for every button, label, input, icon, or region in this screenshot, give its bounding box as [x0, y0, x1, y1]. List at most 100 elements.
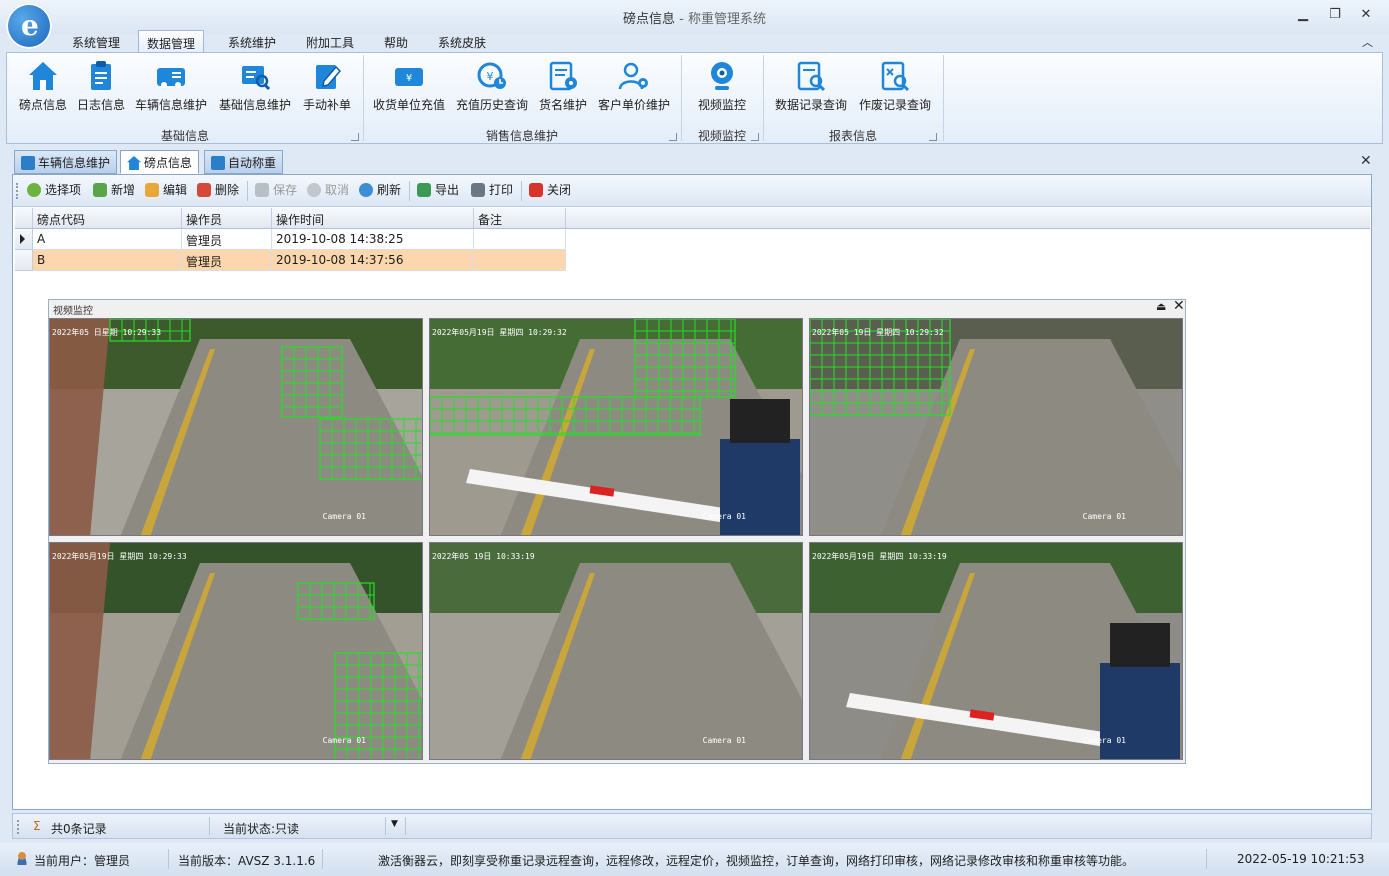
video-monitor-button[interactable]: 视频监控	[689, 57, 755, 121]
tab-data-management[interactable]: 数据管理	[138, 30, 205, 52]
tab-system-skin[interactable]: 系统皮肤	[430, 30, 494, 52]
camera-view[interactable]: 2022年05 19日 星期四 10:29:32 Camera 01	[809, 318, 1183, 536]
tab-auto-weighing[interactable]: 自动称重	[204, 150, 284, 174]
cell-operator[interactable]: 管理员	[182, 229, 272, 250]
cell-operator[interactable]: 管理员	[182, 250, 272, 271]
minimize-button[interactable]: ▁	[1292, 6, 1314, 24]
scale-point-info-button[interactable]: 磅点信息	[13, 57, 73, 121]
current-datetime: 2022-05-19 10:21:53	[1237, 852, 1365, 866]
camera-view[interactable]: 2022年05 日星期 10:29:33 Camera 01	[49, 318, 423, 536]
cell-remark[interactable]	[474, 250, 566, 271]
truck-icon	[21, 156, 35, 170]
toolbar-grip[interactable]	[16, 183, 18, 199]
camera-view[interactable]: 2022年05月19日 星期四 10:29:32 Camera 01	[429, 318, 803, 536]
chevron-down-icon[interactable]: ▼	[391, 819, 398, 829]
basic-info-maintenance-button[interactable]: 基础信息维护	[213, 57, 297, 121]
webcam-icon	[711, 62, 733, 90]
column-header-operator[interactable]: 操作员	[182, 208, 272, 229]
close-window-button[interactable]: ✕	[1355, 6, 1377, 24]
column-header-remark[interactable]: 备注	[474, 208, 566, 229]
table-row[interactable]: A 管理员 2019-10-08 14:38:25	[15, 229, 566, 250]
camera-name: Camera 01	[702, 736, 746, 745]
column-header-scale-code[interactable]: 磅点代码	[33, 208, 182, 229]
export-button[interactable]: 导出	[417, 181, 459, 201]
video-monitor-panel: 视频监控 ⏏ ✕ 2022年05 日星期 10:29:33 Camera 01 2…	[48, 298, 1186, 764]
camera-timestamp: 2022年05 日星期 10:29:33	[52, 328, 162, 337]
close-button[interactable]: 关闭	[529, 181, 571, 201]
camera-view[interactable]: 2022年05月19日 星期四 10:33:19 Camera 01	[809, 542, 1183, 760]
grid-header-indicator	[15, 208, 33, 229]
add-button[interactable]: 新增	[93, 181, 135, 201]
row-indicator	[15, 229, 33, 250]
restore-button[interactable]: ❐	[1324, 6, 1346, 24]
tab-system-maintenance[interactable]: 系统维护	[220, 30, 284, 52]
cell-scale-code[interactable]: B	[33, 250, 182, 271]
manual-add-button[interactable]: 手动补单	[297, 57, 357, 121]
select-columns-button[interactable]: 选择项	[27, 181, 81, 201]
dialog-launcher-icon[interactable]	[351, 133, 359, 141]
print-button[interactable]: 打印	[471, 181, 513, 201]
document-tabs: 车辆信息维护 磅点信息 自动称重	[12, 150, 1372, 174]
add-icon	[93, 183, 107, 197]
svg-text:¥: ¥	[487, 70, 494, 83]
app-status-bar: 当前用户：管理员 当前版本：AVSZ 3.1.1.6 激活衡器云，即刻享受称重记…	[0, 843, 1389, 876]
status-separator	[405, 817, 406, 835]
edit-button[interactable]: 编辑	[145, 181, 187, 201]
goods-name-maintenance-button[interactable]: 货名维护	[533, 57, 593, 121]
home-icon	[29, 62, 57, 90]
ribbon: 磅点信息 日志信息 车辆信息维护 基础信息维护 手动补单 基础信息 ¥ 收货单位…	[6, 52, 1383, 144]
table-row[interactable]: B 管理员 2019-10-08 14:37:56	[15, 250, 566, 271]
cell-remark[interactable]	[474, 229, 566, 250]
svg-text:¥: ¥	[406, 73, 412, 84]
data-grid: 磅点代码 操作员 操作时间 备注 A 管理员 2019-10-08 14:38:…	[15, 208, 1370, 272]
cloud-notice[interactable]: 激活衡器云，即刻享受称重记录远程查询，远程修改，远程定价，视频监控，订单查询，网…	[378, 852, 1134, 869]
cell-operation-time[interactable]: 2019-10-08 14:38:25	[272, 229, 474, 250]
camera-timestamp: 2022年05 19日 星期四 10:29:32	[812, 328, 944, 337]
save-button[interactable]: 保存	[255, 181, 297, 201]
user-icon	[16, 852, 28, 865]
status-separator	[209, 817, 210, 835]
current-state: 当前状态:只读	[223, 822, 300, 836]
record-count: 共0条记录	[51, 822, 107, 836]
tab-vehicle-info-maintenance[interactable]: 车辆信息维护	[14, 150, 118, 174]
printer-icon	[471, 183, 485, 197]
row-indicator	[15, 250, 33, 271]
export-icon	[417, 183, 431, 197]
data-record-query-button[interactable]: 数据记录查询	[771, 57, 851, 121]
column-header-filler	[566, 208, 1370, 229]
dialog-launcher-icon[interactable]	[929, 133, 937, 141]
dialog-launcher-icon[interactable]	[751, 133, 759, 141]
cell-operation-time[interactable]: 2019-10-08 14:37:56	[272, 250, 474, 271]
edit-icon	[145, 183, 159, 197]
tab-system-management[interactable]: 系统管理	[64, 30, 128, 52]
column-header-operation-time[interactable]: 操作时间	[272, 208, 474, 229]
tab-scale-point-info[interactable]: 磅点信息	[120, 150, 200, 174]
scale-icon	[211, 156, 225, 170]
camera-timestamp: 2022年05月19日 星期四 10:29:32	[432, 328, 567, 337]
window-title: 磅点信息 - 称重管理系统	[623, 12, 766, 27]
pin-icon[interactable]: ⏏	[1156, 300, 1166, 313]
tab-extra-tools[interactable]: 附加工具	[298, 30, 362, 52]
camera-view[interactable]: 2022年05月19日 星期四 10:29:33 Camera 01	[49, 542, 423, 760]
current-user: 当前用户：管理员	[34, 854, 131, 868]
camera-view[interactable]: 2022年05 19日 10:33:19 Camera 01	[429, 542, 803, 760]
cell-scale-code[interactable]: A	[33, 229, 182, 250]
void-record-query-button[interactable]: 作废记录查询	[855, 57, 935, 121]
vehicle-info-maintenance-button[interactable]: 车辆信息维护	[131, 57, 211, 121]
camera-name: Camera 01	[322, 736, 366, 745]
recharge-history-button[interactable]: ¥ 充值历史查询	[453, 57, 531, 121]
customer-price-maintenance-button[interactable]: 客户单价维护	[595, 57, 673, 121]
current-version: 当前版本：AVSZ 3.1.1.6	[178, 854, 316, 868]
cancel-button[interactable]: 取消	[307, 181, 349, 201]
tab-help[interactable]: 帮助	[376, 30, 416, 52]
camera-image	[430, 543, 802, 759]
consignee-recharge-button[interactable]: ¥ 收货单位充值	[369, 57, 449, 121]
delete-button[interactable]: 删除	[197, 181, 239, 201]
refresh-button[interactable]: 刷新	[359, 181, 401, 201]
log-info-button[interactable]: 日志信息	[73, 57, 129, 121]
collapse-ribbon-icon[interactable]: ︿	[1362, 34, 1373, 50]
status-separator	[168, 849, 169, 869]
dialog-launcher-icon[interactable]	[669, 133, 677, 141]
close-icon[interactable]: ✕	[1173, 298, 1185, 314]
close-tab-icon[interactable]: ✕	[1360, 153, 1372, 169]
